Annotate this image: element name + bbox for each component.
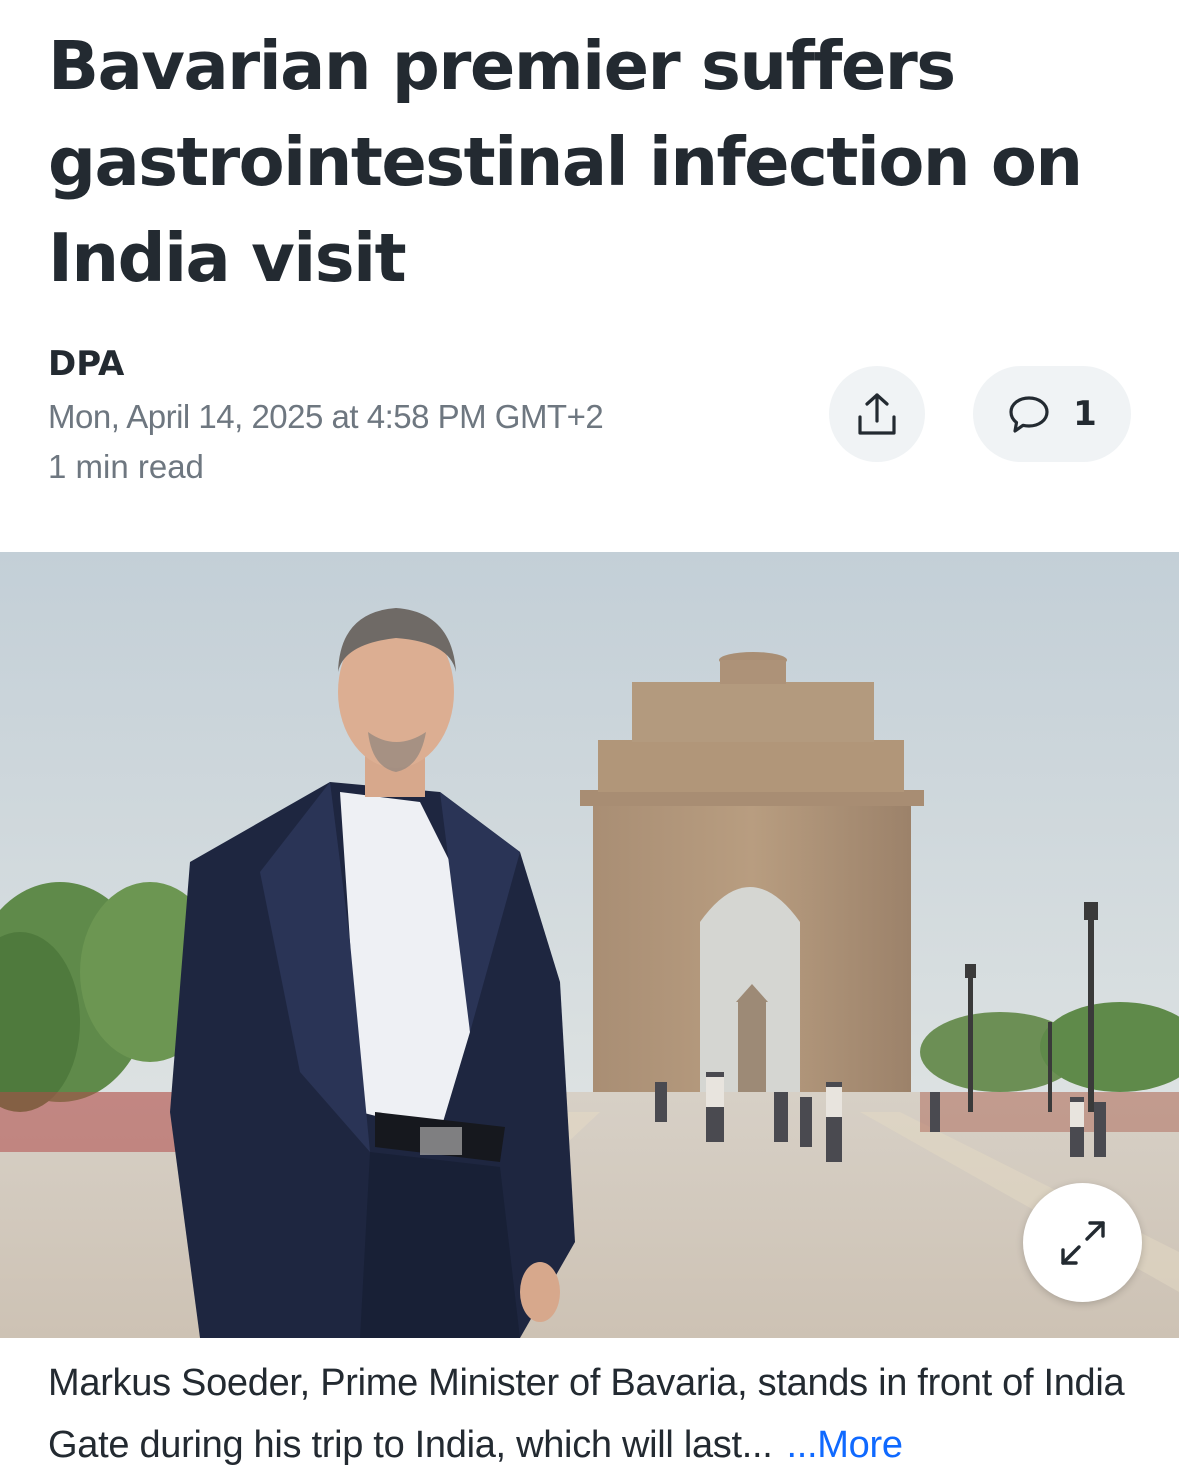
article-headline: Bavarian premier suffers gastrointestina… (48, 27, 1083, 297)
comment-bubble-icon (1009, 396, 1049, 433)
read-time: 1 min read (48, 448, 204, 485)
comment-count: 1 (1073, 394, 1097, 434)
share-button[interactable] (829, 366, 925, 462)
article-photo[interactable] (0, 552, 1179, 1338)
caption-text: Markus Soeder, Prime Minister of Bavaria… (48, 1362, 1125, 1466)
expand-arrows-icon (1060, 1220, 1105, 1265)
more-link[interactable]: ...More (787, 1424, 903, 1466)
comments-button[interactable]: 1 (973, 366, 1131, 462)
share-upload-icon (858, 393, 896, 435)
article-page: Bavarian premier suffers gastrointestina… (0, 0, 1179, 1474)
article-date: Mon, April 14, 2025 at 4:58 PM GMT+2 (48, 398, 604, 435)
photo-caption: Markus Soeder, Prime Minister of Bavaria… (48, 1352, 1138, 1474)
expand-photo-button[interactable] (1023, 1183, 1142, 1302)
article-source[interactable]: DPA (48, 344, 124, 384)
